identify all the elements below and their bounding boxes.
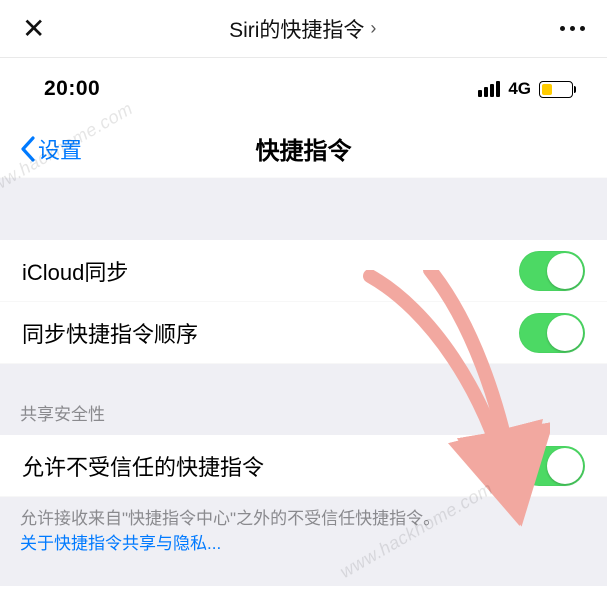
appbar-title: Siri的快捷指令 [229, 14, 364, 44]
network-label: 4G [508, 79, 531, 99]
status-right: 4G [478, 79, 573, 99]
row-allow-untrusted: 允许不受信任的快捷指令 [0, 435, 607, 497]
status-time: 20:00 [44, 77, 100, 101]
back-label: 设置 [38, 133, 82, 165]
toggle-allow-untrusted[interactable] [519, 446, 585, 486]
chevron-right-icon: › [370, 18, 376, 39]
footer-text: 允许接收来自"快捷指令中心"之外的不受信任快捷指令。 [20, 509, 440, 528]
toggle-icloud-sync[interactable] [519, 251, 585, 291]
back-button[interactable]: 设置 [20, 133, 82, 165]
footer-note: 允许接收来自"快捷指令中心"之外的不受信任快捷指令。 关于快捷指令共享与隐私..… [0, 497, 607, 586]
signal-icon [478, 81, 500, 97]
section-header-wrap: 共享安全性 [0, 364, 607, 435]
app-bar: ✕ Siri的快捷指令 › [0, 0, 607, 58]
close-icon[interactable]: ✕ [22, 15, 45, 43]
section-header-security: 共享安全性 [20, 400, 587, 425]
battery-icon [539, 81, 573, 98]
appbar-title-wrap[interactable]: Siri的快捷指令 › [229, 14, 376, 44]
row-icloud-sync: iCloud同步 [0, 240, 607, 302]
footer-link[interactable]: 关于快捷指令共享与隐私... [20, 534, 221, 553]
chevron-left-icon [20, 136, 36, 162]
row-sync-order: 同步快捷指令顺序 [0, 302, 607, 364]
page-title: 快捷指令 [0, 131, 607, 166]
row-label: 同步快捷指令顺序 [22, 317, 198, 349]
toggle-sync-order[interactable] [519, 313, 585, 353]
more-icon[interactable] [560, 26, 585, 31]
row-label: iCloud同步 [22, 255, 128, 287]
nav-header: 设置 快捷指令 [0, 120, 607, 178]
status-bar: 20:00 4G [0, 58, 607, 120]
section-gap [0, 178, 607, 240]
battery-fill [542, 84, 552, 95]
row-label: 允许不受信任的快捷指令 [22, 450, 264, 482]
